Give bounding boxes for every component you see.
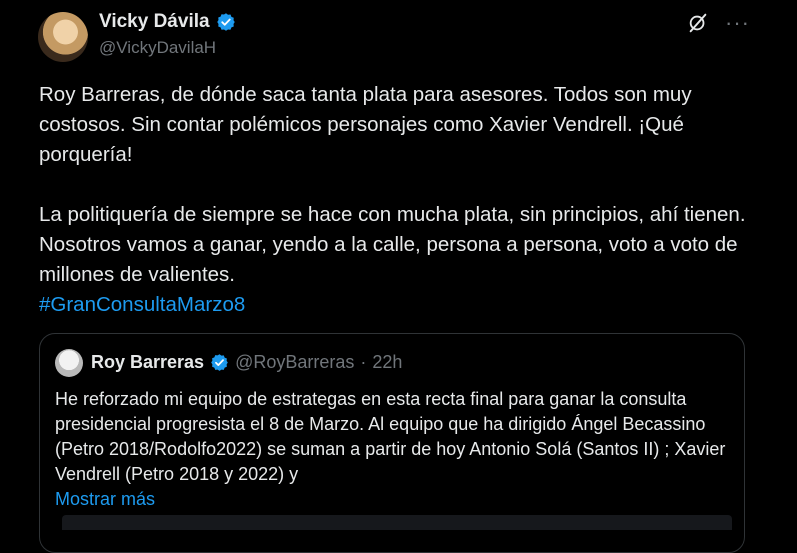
tweet-paragraph-2: La politiquería de siempre se hace con m…: [39, 203, 746, 286]
verified-badge-icon: [216, 13, 235, 31]
separator-dot: ·: [360, 352, 367, 372]
quoted-body: He reforzado mi equipo de estrategas en …: [55, 387, 735, 512]
grok-icon[interactable]: [687, 12, 709, 34]
tweet-paragraph-1: Roy Barreras, de dónde saca tanta plata …: [39, 83, 692, 166]
show-more-link[interactable]: Mostrar más: [55, 487, 735, 512]
quoted-media-preview[interactable]: [62, 515, 732, 530]
hashtag-link[interactable]: #GranConsultaMarzo8: [39, 290, 759, 320]
more-icon[interactable]: ···: [725, 12, 749, 34]
top-actions: ···: [687, 12, 749, 34]
author-name-row: Vicky Dávila: [99, 11, 236, 33]
quoted-author-name[interactable]: Roy Barreras: [91, 352, 204, 373]
quoted-timestamp[interactable]: 22h: [372, 352, 402, 373]
quoted-text: He reforzado mi equipo de estrategas en …: [55, 389, 726, 484]
quoted-author-handle[interactable]: @RoyBarreras: [235, 352, 354, 373]
author-handle[interactable]: @VickyDavilaH: [99, 38, 216, 58]
author-avatar[interactable]: [38, 12, 88, 62]
quoted-author-avatar[interactable]: [55, 349, 83, 377]
author-display-name[interactable]: Vicky Dávila: [99, 11, 210, 33]
tweet-body: Roy Barreras, de dónde saca tanta plata …: [39, 80, 759, 320]
verified-badge-icon: [211, 354, 228, 371]
quoted-header: Roy Barreras @RoyBarreras · 22h: [91, 352, 402, 373]
tweet-card: Vicky Dávila @VickyDavilaH ··· Roy Barre…: [0, 0, 797, 553]
